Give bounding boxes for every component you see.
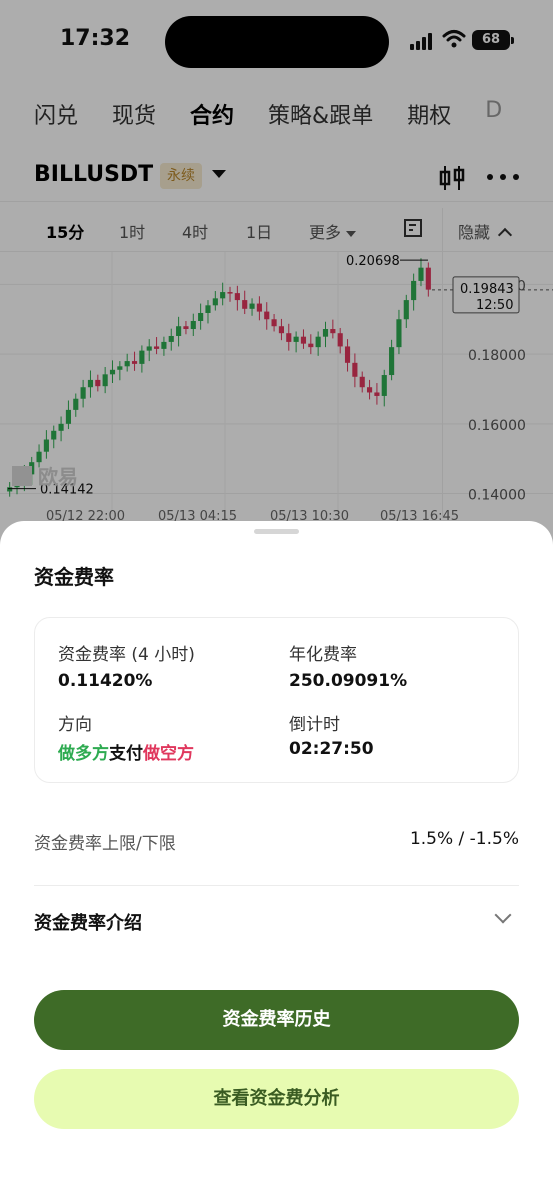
annual-rate-label: 年化费率 <box>289 645 357 665</box>
funding-analysis-button[interactable]: 查看资金费分析 <box>34 1069 519 1129</box>
funding-info-card: 资金费率 (4 小时) 0.11420% 年化费率 250.09091% 方向 … <box>34 617 519 783</box>
rate-limit-row: 资金费率上限/下限 1.5% / -1.5% <box>34 821 519 861</box>
chevron-down-icon[interactable] <box>494 906 512 924</box>
divider <box>34 885 519 886</box>
funding-intro-label: 资金费率介绍 <box>34 913 142 934</box>
funding-intro-row[interactable]: 资金费率介绍 <box>34 901 519 947</box>
countdown-label: 倒计时 <box>289 715 340 735</box>
rate-limit-label: 资金费率上限/下限 <box>34 834 176 854</box>
direction-label: 方向 <box>58 715 92 735</box>
annual-rate-value: 250.09091% <box>289 671 408 691</box>
funding-history-button[interactable]: 资金费率历史 <box>34 990 519 1050</box>
direction-value: 做多方支付做空方 <box>58 739 194 764</box>
direction-long: 做多方 <box>58 744 109 764</box>
funding-rate-value: 0.11420% <box>58 671 153 691</box>
countdown-value: 02:27:50 <box>289 739 374 759</box>
funding-rate-label: 资金费率 (4 小时) <box>58 645 195 665</box>
sheet-grabber[interactable] <box>254 529 299 534</box>
direction-short: 做空方 <box>143 744 194 764</box>
direction-pay: 支付 <box>109 744 143 764</box>
sheet-title: 资金费率 <box>34 565 114 589</box>
rate-limit-value: 1.5% / -1.5% <box>409 829 519 849</box>
funding-rate-sheet: 资金费率 资金费率 (4 小时) 0.11420% 年化费率 250.09091… <box>0 521 553 1200</box>
